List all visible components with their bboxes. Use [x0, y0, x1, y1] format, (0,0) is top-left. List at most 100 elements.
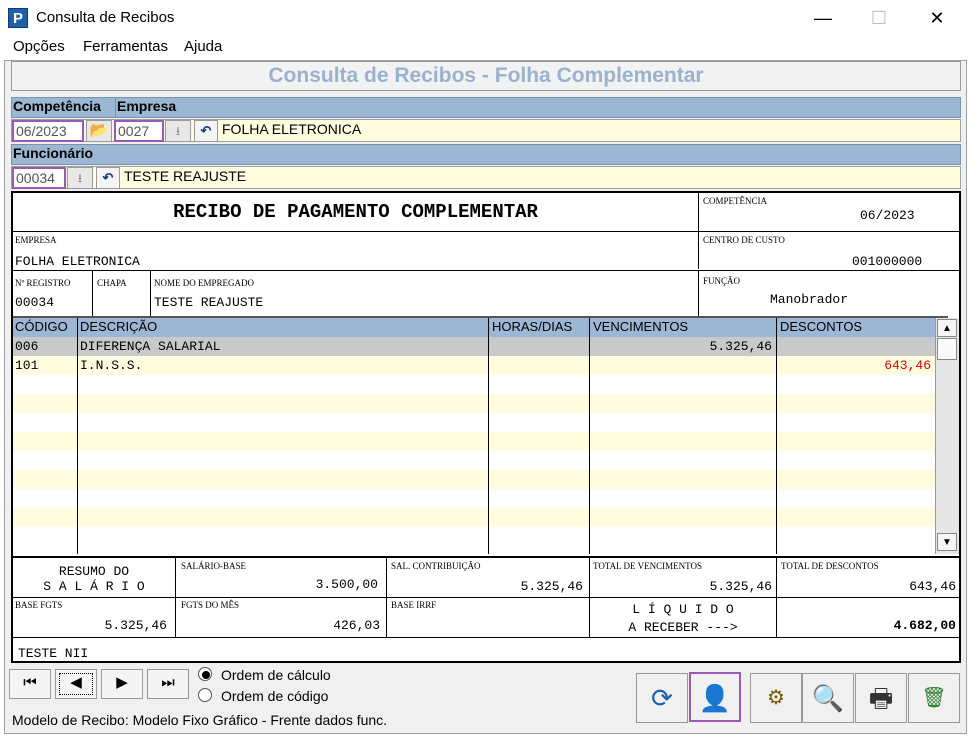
competencia-value: 06/2023: [860, 208, 915, 223]
resumo-line1: RESUMO DO: [58, 564, 130, 579]
app-icon: P: [8, 8, 28, 28]
nav-next-icon[interactable]: ▶: [101, 669, 143, 699]
funcionario-label: Funcionário: [13, 145, 94, 161]
table-row: [13, 432, 935, 451]
total-venc-value: 5.325,46: [709, 579, 772, 594]
nome-caption: NOME DO EMPREGADO: [154, 278, 255, 288]
refresh-icon[interactable]: ⟳: [636, 673, 688, 723]
registro-caption: Nº REGISTRO: [15, 278, 71, 288]
competencia-caption: COMPETÊNCIA: [703, 196, 768, 206]
row1-vencimentos: 5.325,46: [709, 339, 772, 354]
funcao-value: Manobrador: [770, 292, 849, 307]
divider: [175, 558, 176, 638]
base-irrf-caption: BASE IRRF: [391, 600, 437, 610]
total-desc-caption: TOTAL DE DESCONTOS: [781, 561, 879, 571]
minimize-button[interactable]: —: [800, 4, 846, 32]
undo-icon[interactable]: ↶: [96, 167, 120, 189]
liquido-value: 4.682,00: [893, 618, 956, 633]
scroll-up-icon[interactable]: ▲: [937, 319, 957, 337]
salario-base-value: 3.500,00: [315, 577, 378, 592]
divider: [150, 271, 151, 316]
nav-first-icon[interactable]: ⏮: [9, 669, 51, 699]
empresa-caption: EMPRESA: [15, 235, 57, 245]
user-info-icon[interactable]: 👤: [689, 672, 741, 722]
funcionario-name: TESTE REAJUSTE: [124, 168, 247, 184]
footer-note: TESTE NII: [18, 646, 89, 661]
empresa-code-input[interactable]: 0027: [114, 120, 164, 142]
open-folder-icon[interactable]: 📂: [86, 120, 112, 142]
col-descontos: DESCONTOS: [780, 319, 863, 334]
download-icon[interactable]: ⭳: [165, 120, 191, 142]
download-icon[interactable]: ⭳: [67, 167, 93, 189]
competencia-label: Competência: [13, 98, 101, 114]
row2-descontos: 643,46: [884, 358, 931, 373]
menu-opcoes[interactable]: Opções: [13, 38, 65, 55]
menu-ajuda[interactable]: Ajuda: [184, 38, 222, 55]
divider: [13, 270, 959, 271]
close-button[interactable]: ✕: [914, 4, 960, 32]
scrollbar-thumb[interactable]: [937, 338, 957, 360]
centro-caption: CENTRO DE CUSTO: [703, 235, 785, 245]
col-codigo: CÓDIGO: [15, 319, 68, 334]
divider: [776, 558, 777, 638]
window-title: Consulta de Recibos: [36, 9, 175, 26]
funcionario-code-input[interactable]: 00034: [12, 167, 66, 189]
sal-contrib-caption: SAL. CONTRIBUIÇÃO: [391, 561, 481, 571]
row1-descricao: DIFERENÇA SALARIAL: [80, 339, 221, 354]
row2-codigo: 101: [15, 358, 39, 373]
nome-value: TESTE REAJUSTE: [154, 295, 264, 310]
order-label-1[interactable]: Ordem de cálculo: [221, 667, 331, 683]
funcionario-header-bar: [11, 144, 961, 165]
base-fgts-caption: BASE FGTS: [15, 600, 63, 610]
divider: [92, 271, 93, 316]
funcao-caption: FUNÇÃO: [703, 276, 741, 286]
row1-codigo: 006: [15, 339, 39, 354]
total-desc-value: 643,46: [909, 579, 956, 594]
competencia-input[interactable]: 06/2023: [12, 120, 84, 142]
fgts-mes-caption: FGTS DO MÊS: [181, 600, 240, 610]
col-vencimentos: VENCIMENTOS: [593, 319, 689, 334]
page-title: Consulta de Recibos - Folha Complementar: [11, 61, 961, 91]
divider: [13, 597, 959, 598]
row2-descricao: I.N.S.S.: [80, 358, 143, 373]
empresa-value: FOLHA ELETRONICA: [15, 254, 140, 269]
status-text: Modelo de Recibo: Modelo Fixo Gráfico - …: [12, 712, 388, 728]
divider: [115, 97, 116, 118]
trash-icon[interactable]: 🗑: [908, 673, 960, 723]
undo-icon[interactable]: ↶: [194, 120, 218, 142]
divider: [776, 318, 777, 554]
total-venc-caption: TOTAL DE VENCIMENTOS: [593, 561, 702, 571]
liquido-line1: L Í Q U I D O: [632, 602, 734, 617]
salario-base-caption: SALÁRIO-BASE: [181, 561, 247, 571]
table-row: [13, 394, 935, 413]
divider: [13, 637, 959, 638]
preview-icon[interactable]: 🔍: [802, 673, 854, 723]
divider: [698, 271, 699, 316]
resumo-line2: S A L Á R I O: [43, 579, 145, 594]
divider: [488, 318, 489, 554]
table-row: [13, 451, 935, 470]
order-radio-2[interactable]: [198, 688, 212, 702]
nav-prev-icon[interactable]: ◀: [55, 669, 97, 699]
order-radio-1[interactable]: [198, 667, 212, 681]
menu-ferramentas[interactable]: Ferramentas: [83, 38, 168, 55]
print-icon[interactable]: 🖶: [855, 673, 907, 723]
config-icon[interactable]: ⚙: [750, 673, 802, 723]
divider: [386, 558, 387, 638]
fgts-mes-value: 426,03: [333, 618, 380, 633]
table-row: [13, 508, 935, 527]
scroll-down-icon[interactable]: ▼: [937, 533, 957, 551]
liquido-line2: A RECEBER --->: [628, 620, 738, 635]
maximize-button[interactable]: ☐: [856, 4, 902, 32]
table-row: [13, 470, 935, 489]
nav-last-icon[interactable]: ⏭: [147, 669, 189, 699]
col-horas: HORAS/DIAS: [492, 319, 573, 334]
registro-value: 00034: [15, 295, 55, 310]
sal-contrib-value: 5.325,46: [520, 579, 583, 594]
chapa-caption: CHAPA: [97, 278, 127, 288]
order-label-2[interactable]: Ordem de código: [221, 688, 328, 704]
centro-value: 001000000: [852, 254, 923, 269]
divider: [13, 231, 959, 232]
table-row: [13, 413, 935, 432]
receipt-title: RECIBO DE PAGAMENTO COMPLEMENTAR: [173, 201, 538, 223]
